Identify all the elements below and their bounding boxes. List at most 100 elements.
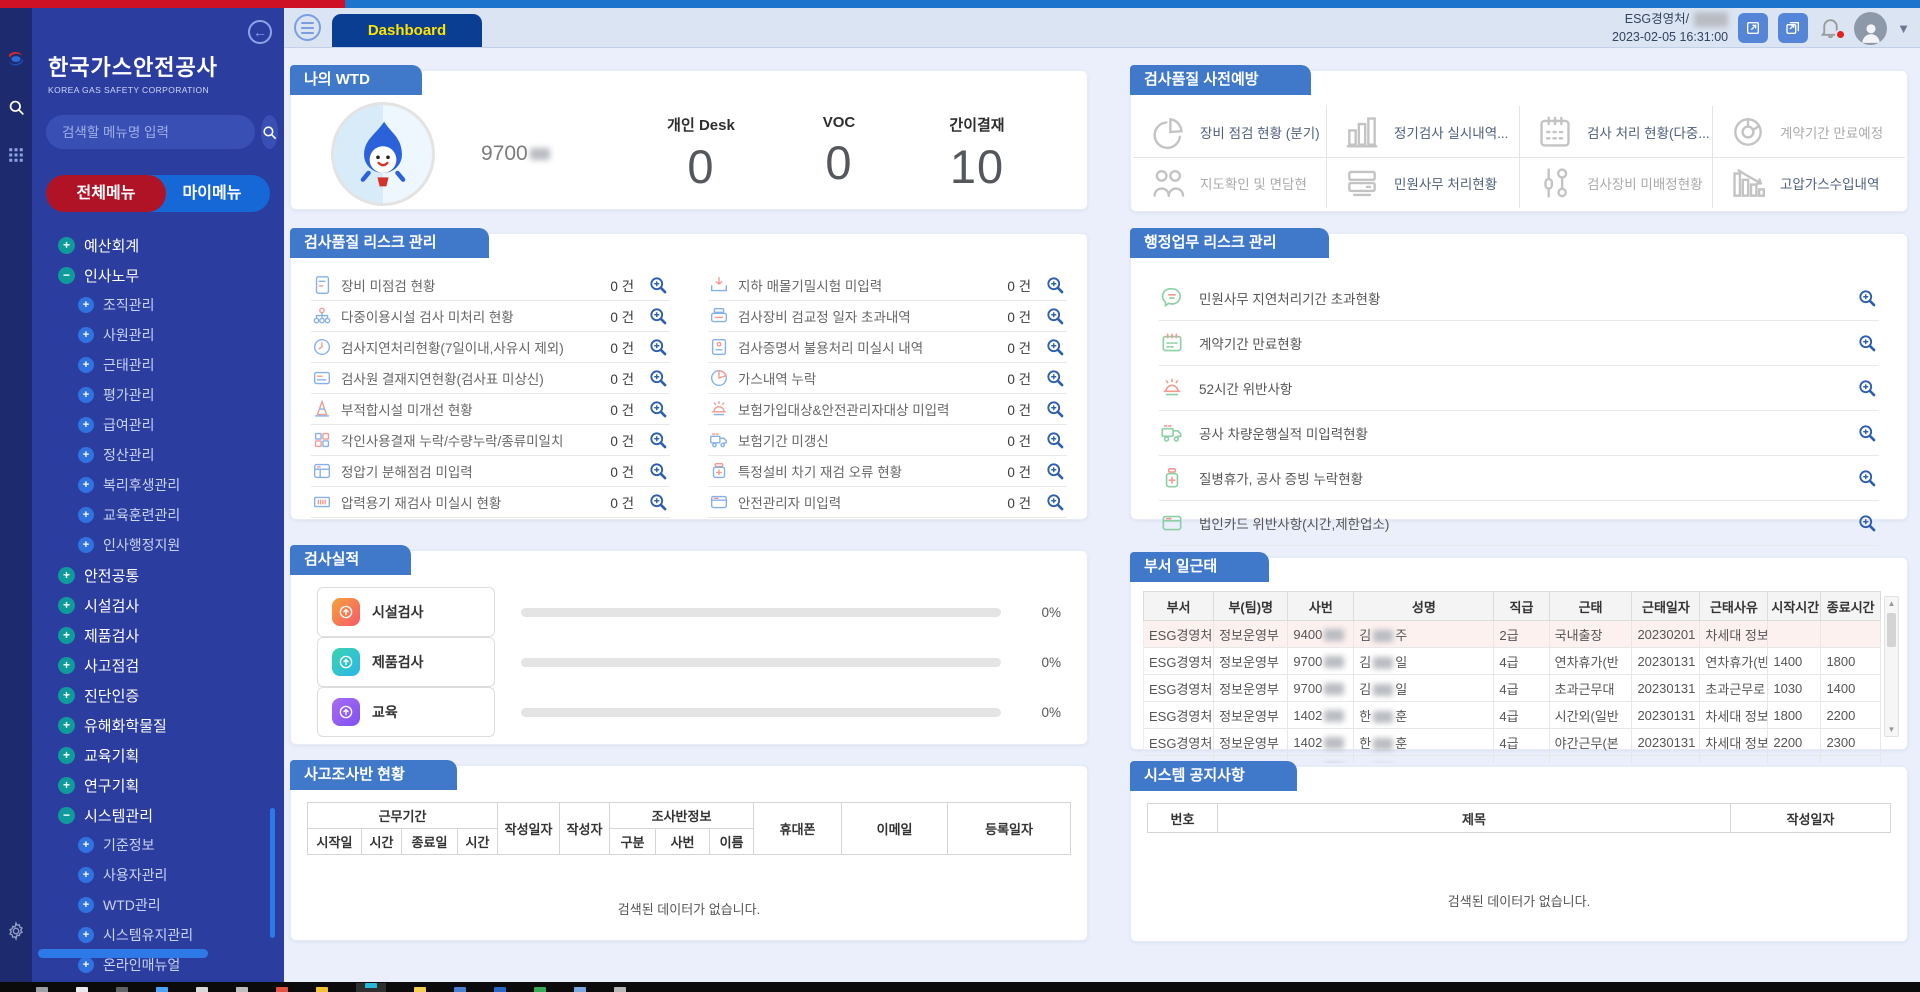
column-header[interactable]: 부서 (1144, 592, 1214, 621)
magnifier-icon[interactable] (1045, 306, 1067, 327)
sidebar-item-인사행정지원[interactable]: +인사행정지원 (32, 530, 284, 560)
sidebar-item-평가관리[interactable]: +평가관리 (32, 380, 284, 410)
performance-category-button[interactable]: 교육 (317, 687, 495, 737)
magnifier-icon[interactable] (648, 337, 670, 358)
column-header[interactable]: 사번 (1288, 592, 1354, 621)
hamburger-menu-icon[interactable] (294, 14, 321, 41)
sidebar-item-급여관리[interactable]: +급여관리 (32, 410, 284, 440)
magnifier-icon[interactable] (1045, 399, 1067, 420)
sidebar-item-사고점검[interactable]: +사고점검 (32, 650, 284, 680)
magnifier-icon[interactable] (648, 492, 670, 513)
sidebar-item-시스템관리[interactable]: −시스템관리 (32, 800, 284, 830)
magnifier-icon[interactable] (1857, 378, 1879, 399)
prevention-button-장비 점검 현황 (분기)[interactable]: 장비 점검 현황 (분기) (1133, 106, 1326, 157)
prevention-button-정기검사 실시내역...[interactable]: 정기검사 실시내역... (1326, 106, 1519, 157)
column-header[interactable]: 근태일자 (1632, 592, 1700, 621)
open-multi-window-icon[interactable] (1778, 13, 1808, 43)
notification-bell-icon[interactable] (1818, 15, 1844, 41)
column-header[interactable]: 시작시간 (1768, 592, 1821, 621)
open-window-icon[interactable] (1738, 13, 1768, 43)
sidebar-item-사원관리[interactable]: +사원관리 (32, 320, 284, 350)
magnifier-icon[interactable] (648, 399, 670, 420)
table-row[interactable]: ESG경영처정보운영부9700김일4급초과근무대20230131초과근무로103… (1144, 675, 1881, 702)
blocks-icon (311, 305, 341, 327)
magnifier-icon[interactable] (1045, 492, 1067, 513)
magnifier-icon[interactable] (1045, 430, 1067, 451)
magnifier-icon[interactable] (648, 430, 670, 451)
sidebar-item-시설검사[interactable]: +시설검사 (32, 590, 284, 620)
column-header[interactable]: 종료시간 (1821, 592, 1881, 621)
menu-search-input[interactable] (46, 115, 255, 149)
table-row[interactable]: ESG경영처정보운영부9700김일4급연차휴가(반20230131연차휴가(반1… (1144, 648, 1881, 675)
magnifier-icon[interactable] (1045, 461, 1067, 482)
prevention-button-지도확인 및 면담현[interactable]: 지도확인 및 면담현 (1133, 157, 1326, 208)
settings-gear-icon[interactable] (5, 920, 27, 942)
magnifier-icon[interactable] (1857, 468, 1879, 489)
avatar[interactable] (1854, 12, 1887, 45)
tab-my-menu[interactable]: 마이메뉴 (154, 175, 270, 212)
column-header[interactable]: 성명 (1354, 592, 1494, 621)
prevention-button-고압가스수입내역[interactable]: 고압가스수입내역 (1712, 157, 1905, 208)
sidebar-item-진단인증[interactable]: +진단인증 (32, 680, 284, 710)
magnifier-icon[interactable] (648, 306, 670, 327)
table-row[interactable]: ESG경영처정보운영부1402한훈4급시간외(일반20230131차세대 정보1… (1144, 702, 1881, 729)
scroll-thumb[interactable] (1887, 613, 1896, 647)
prevention-button-검사 처리 현황(다중...[interactable]: 검사 처리 현황(다중... (1519, 106, 1712, 157)
sidebar-item-시스템유지관리[interactable]: +시스템유지관리 (32, 920, 284, 950)
scroll-down-icon[interactable]: ▼ (1885, 725, 1898, 734)
sidebar-item-정산관리[interactable]: +정산관리 (32, 440, 284, 470)
magnifier-icon[interactable] (1045, 368, 1067, 389)
table-row[interactable]: ESG경영처정보운영부9400김주2급국내출장20230201차세대 정보 (1144, 621, 1881, 648)
magnifier-icon[interactable] (1045, 275, 1067, 296)
tab-all-menu[interactable]: 전체메뉴 (46, 175, 166, 212)
rail-grid-icon[interactable] (5, 144, 27, 166)
sidebar-item-조직관리[interactable]: +조직관리 (32, 290, 284, 320)
col-no: 번호 (1148, 804, 1218, 833)
rail-search-icon[interactable] (5, 96, 27, 118)
magnifier-icon[interactable] (648, 368, 670, 389)
magnifier-icon[interactable] (648, 461, 670, 482)
sidebar-item-복리후생관리[interactable]: +복리후생관리 (32, 470, 284, 500)
performance-category-button[interactable]: 제품검사 (317, 637, 495, 687)
sidebar-horizontal-scrollbar[interactable] (38, 949, 208, 958)
sidebar-item-WTD관리[interactable]: +WTD관리 (32, 890, 284, 920)
column-header[interactable]: 직급 (1494, 592, 1549, 621)
sidebar-item-예산회계[interactable]: +예산회계 (32, 230, 284, 260)
prevention-button-검사장비 미배정현황[interactable]: 검사장비 미배정현황 (1519, 157, 1712, 208)
tab-dashboard[interactable]: Dashboard (332, 14, 482, 47)
performance-category-button[interactable]: 시설검사 (317, 587, 495, 637)
scroll-up-icon[interactable]: ▲ (1885, 599, 1898, 608)
magnifier-icon[interactable] (1857, 288, 1879, 309)
taskbar-active-app[interactable] (356, 983, 386, 992)
sidebar-item-연구기획[interactable]: +연구기획 (32, 770, 284, 800)
table-row[interactable]: ESG경영처정보운영부1402한훈4급야간근무(본20230131차세대 정보2… (1144, 729, 1881, 756)
magnifier-icon[interactable] (1857, 333, 1879, 354)
sidebar-item-교육훈련관리[interactable]: +교육훈련관리 (32, 500, 284, 530)
menu-search-button[interactable] (261, 115, 278, 149)
sidebar-item-안전공통[interactable]: +안전공통 (32, 560, 284, 590)
prevention-button-민원사무 처리현황[interactable]: 민원사무 처리현황 (1326, 157, 1519, 208)
magnifier-icon[interactable] (1857, 423, 1879, 444)
column-header[interactable]: 부(팀)명 (1214, 592, 1288, 621)
sidebar-item-기준정보[interactable]: +기준정보 (32, 830, 284, 860)
sidebar-item-제품검사[interactable]: +제품검사 (32, 620, 284, 650)
sidebar-item-인사노무[interactable]: −인사노무 (32, 260, 284, 290)
stat-personal-desk[interactable]: 개인 Desk 0 (661, 114, 741, 194)
magnifier-icon[interactable] (1857, 513, 1879, 534)
sidebar-item-교육기획[interactable]: +교육기획 (32, 740, 284, 770)
chevron-down-icon[interactable]: ▼ (1897, 21, 1910, 36)
sidebar-item-사용자관리[interactable]: +사용자관리 (32, 860, 284, 890)
prevention-button-계약기간 만료예정[interactable]: 계약기간 만료예정 (1712, 106, 1905, 157)
sidebar-item-근태관리[interactable]: +근태관리 (32, 350, 284, 380)
table-scrollbar[interactable]: ▲ ▼ (1884, 596, 1899, 737)
stat-voc[interactable]: VOC 0 (799, 114, 879, 194)
sidebar-item-유해화학물질[interactable]: +유해화학물질 (32, 710, 284, 740)
column-header[interactable]: 근태사유 (1700, 592, 1768, 621)
magnifier-icon[interactable] (1045, 337, 1067, 358)
windows-taskbar[interactable] (0, 982, 1920, 992)
column-header[interactable]: 근태 (1549, 592, 1632, 621)
sidebar-collapse-button[interactable]: ← (248, 20, 272, 44)
sidebar-vertical-scrollbar[interactable] (270, 808, 275, 938)
magnifier-icon[interactable] (648, 275, 670, 296)
stat-quick-approval[interactable]: 간이결재 10 (937, 114, 1017, 194)
